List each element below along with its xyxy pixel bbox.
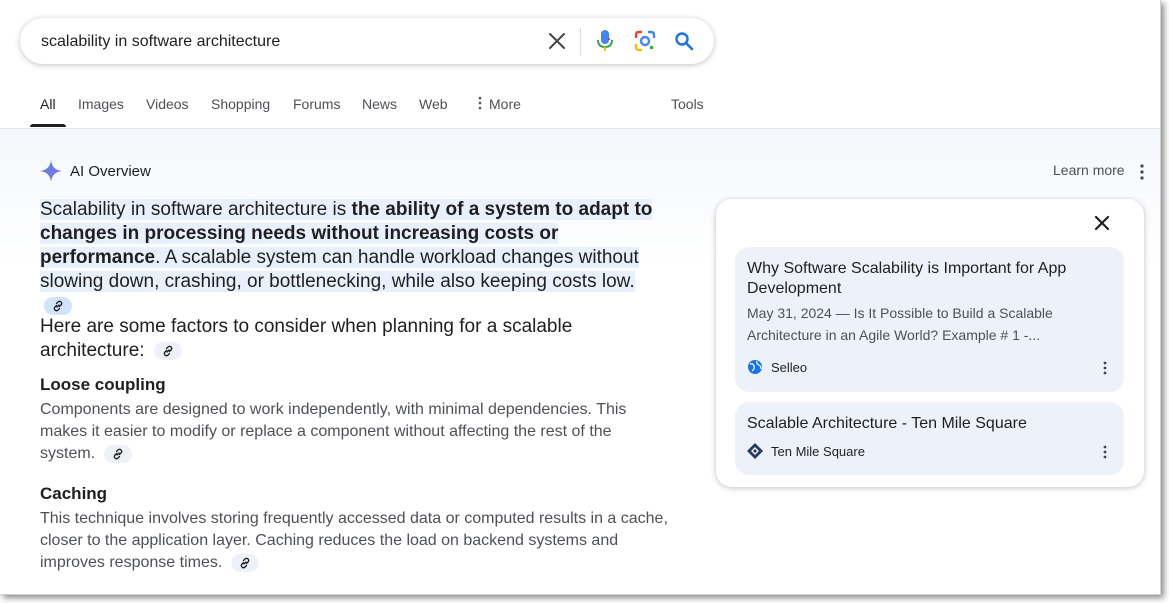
citation-link-button[interactable] [44,296,72,315]
citation-link-button[interactable] [230,553,259,572]
citation-link-button[interactable] [103,444,132,463]
section-body: This technique involves storing frequent… [40,508,670,574]
close-panel-icon[interactable] [1092,213,1112,233]
search-input[interactable]: scalability in software architecture [41,33,280,51]
sparkle-icon [40,160,62,182]
tab-news[interactable]: News [362,96,397,112]
source-snippet: May 31, 2024 — Is It Possible to Build a… [747,305,1053,343]
summary-text-1: Scalability in software architecture is [40,199,352,220]
tab-images[interactable]: Images [78,96,124,112]
citation-link-button[interactable] [153,341,182,360]
tools-button[interactable]: Tools [671,96,704,112]
learn-more-link[interactable]: Learn more [1053,162,1125,178]
link-icon [240,557,250,569]
link-icon [113,448,122,460]
section-body-text: This technique involves storing frequent… [40,510,668,571]
source-site: Selleo [747,359,807,375]
tab-all[interactable]: All [40,96,56,112]
close-icon [549,33,565,49]
tab-web[interactable]: Web [419,96,448,112]
lens-icon [634,30,656,52]
search-box[interactable]: scalability in software architecture [20,18,714,64]
tab-videos[interactable]: Videos [146,96,189,112]
section-heading: Loose coupling [40,375,166,394]
search-divider [580,28,581,56]
link-icon [53,300,63,312]
search-button[interactable] [672,29,696,53]
source-site: Ten Mile Square [747,443,865,459]
diamond-logo-icon [747,443,763,459]
voice-search-button[interactable] [593,29,617,53]
source-site-name: Ten Mile Square [771,443,865,459]
vertical-dots-icon [478,96,482,110]
search-icon [675,32,694,51]
source-card[interactable]: Why Software Scalability is Important fo… [735,247,1124,392]
source-site-name: Selleo [771,359,808,375]
tab-forums[interactable]: Forums [293,96,340,112]
link-icon [163,345,173,357]
sources-panel: Why Software Scalability is Important fo… [716,199,1144,487]
tab-more-label: More [489,96,521,112]
factors-intro-text: Here are some factors to consider when p… [40,316,573,361]
search-tabs: All Images Videos Shopping Forums News W… [0,86,1160,129]
lens-search-button[interactable] [633,29,657,53]
ai-overview-header: AI Overview [40,160,151,182]
globe-icon [748,360,762,374]
clear-search-button[interactable] [545,29,569,53]
tab-shopping[interactable]: Shopping [211,96,270,112]
ai-overview-title: AI Overview [70,162,151,180]
browser-viewport: scalability in software architecture All… [0,0,1161,595]
mic-icon [597,30,613,51]
tab-more[interactable]: More [477,96,521,112]
factors-intro: Here are some factors to consider when p… [40,315,600,363]
section-body: Components are designed to work independ… [40,399,670,465]
source-title[interactable]: Why Software Scalability is Important fo… [747,259,1097,299]
more-options-icon[interactable] [1137,163,1147,181]
source-options-icon[interactable] [1102,360,1108,376]
source-title[interactable]: Scalable Architecture - Ten Mile Square [747,414,1097,434]
section-heading: Caching [40,484,108,503]
active-tab-indicator [30,124,66,127]
source-card[interactable]: Scalable Architecture - Ten Mile Square … [735,402,1124,475]
ai-overview-summary: Scalability in software architecture is … [40,198,660,318]
source-options-icon[interactable] [1102,444,1108,460]
